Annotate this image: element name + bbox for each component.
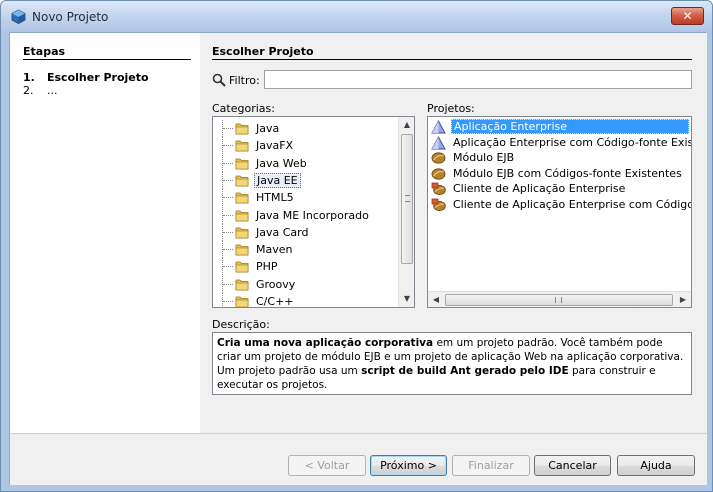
help-button[interactable]: Ajuda [617,455,695,476]
category-item[interactable]: Java Card [213,223,399,241]
projects-list[interactable]: Aplicação Enterprise Aplicação Enterprise… [427,116,692,308]
triangle-icon [431,135,446,149]
category-item[interactable]: Java Web [213,154,399,172]
step-label: ... [47,84,58,97]
page-title: Escolher Projeto [212,45,314,58]
category-item[interactable]: JavaFX [213,137,399,155]
filter-input[interactable] [264,70,692,89]
category-label: Java ME Incorporado [256,208,369,222]
project-label: Aplicação Enterprise com Código-fonte Ex… [453,135,692,149]
scroll-right-arrow-icon[interactable]: ▶ [675,292,691,307]
category-label: Groovy [256,277,296,291]
steps-divider [23,59,191,60]
folder-icon [235,210,249,221]
folder-icon [235,123,249,135]
scroll-down-arrow-icon[interactable]: ▼ [399,291,414,307]
description-bold-2: script de build Ant gerado pelo IDE [361,365,569,377]
category-item[interactable]: PHP [213,258,399,276]
category-label: Java [256,122,280,135]
category-item[interactable]: C/C++ [213,293,399,308]
category-label: Java Card [256,225,309,239]
category-label: Java Web [256,156,307,170]
project-label: Módulo EJB [453,151,515,164]
close-icon: ✕ [682,9,693,23]
step-number: 1. [23,71,35,84]
description-bold-1: Cria uma nova aplicação corporativa [217,337,434,349]
project-label: Cliente de Aplicação Enterprise com Códi… [453,197,692,211]
step-1: 1. Escolher Projeto [23,71,149,84]
folder-icon [235,244,249,256]
categories-label: Categorias: [212,102,275,115]
projects-scrollbar[interactable]: ◀ ▶ [428,291,691,307]
bean-icon [431,152,446,164]
folder-icon [235,279,249,291]
category-label: C/C++ [256,295,294,308]
back-button[interactable]: < Voltar [288,455,366,476]
project-label: Módulo EJB com Códigos-fonte Existentes [453,166,682,180]
project-item[interactable]: Cliente de Aplicação Enterprise [428,181,691,197]
category-label: Maven [256,243,293,257]
project-label: Cliente de Aplicação Enterprise [453,182,626,195]
bean-icon [431,167,446,180]
next-button[interactable]: Próximo > [370,455,447,476]
close-button[interactable]: ✕ [671,7,704,25]
project-item[interactable]: Módulo EJB com Códigos-fonte Existentes [428,166,691,182]
app-cube-icon [11,9,26,24]
scroll-left-arrow-icon[interactable]: ◀ [428,292,444,307]
category-label: JavaFX [256,139,294,153]
step-2: 2.... [23,84,58,97]
step-label: Escolher Projeto [47,71,149,84]
folder-icon [235,175,249,187]
folder-icon [235,192,249,204]
step-number: 2. [23,84,34,97]
button-bar: < Voltar Próximo > Finalizar Cancelar Aj… [10,433,707,485]
categories-scrollbar[interactable]: ▲ ▼ [398,117,414,307]
cancel-button[interactable]: Cancelar [534,455,611,476]
project-label: Aplicação Enterprise [451,119,689,134]
title-divider [212,59,692,60]
category-label: HTML5 [256,191,294,205]
search-icon [212,73,226,87]
folder-icon [235,140,249,152]
category-item[interactable]: HTML5 [213,189,399,207]
scroll-up-arrow-icon[interactable]: ▲ [399,117,414,133]
scroll-thumb[interactable] [445,294,673,306]
category-item[interactable]: Groovy [213,275,399,293]
project-item[interactable]: Aplicação Enterprise [428,119,691,135]
category-item[interactable]: Maven [213,241,399,259]
window-title: Novo Projeto [32,10,109,24]
filter-label: Filtro: [229,74,260,87]
category-label: PHP [256,260,278,274]
steps-pane: Etapas 1. Escolher Projeto 2.... [10,33,200,433]
project-item[interactable]: Cliente de Aplicação Enterprise com Códi… [428,197,692,213]
category-item[interactable]: Java ME Incorporado [213,206,399,224]
dialog-window: Novo Projeto ✕ Etapas 1. Escolher Projeto… [0,0,713,492]
project-item[interactable]: Aplicação Enterprise com Código-fonte Ex… [428,135,692,151]
folder-icon [235,158,249,169]
client-bean-icon [431,198,446,211]
folder-icon [235,296,249,307]
description-label: Descrição: [212,318,270,331]
categories-tree[interactable]: Java JavaFX Java Web Java EE HTML5 Java ME In… [212,116,415,308]
finish-button[interactable]: Finalizar [452,455,530,476]
dialog-client: Etapas 1. Escolher Projeto 2.... Escolher… [9,32,707,485]
triangle-icon [431,120,446,134]
category-label: Java EE [254,172,301,188]
projects-label: Projetos: [427,102,475,115]
folder-icon [235,227,249,239]
project-item[interactable]: Módulo EJB [428,150,691,166]
main-pane: Escolher Projeto Filtro: Categorias: Pro… [200,33,707,433]
description-text: Cria uma nova aplicação corporativa em u… [212,332,692,395]
folder-icon [235,261,249,273]
steps-title: Etapas [23,45,66,58]
client-bean-icon [431,182,446,196]
category-item[interactable]: Java [213,120,399,137]
scroll-thumb[interactable] [401,134,413,264]
category-item[interactable]: Java EE [213,171,399,189]
title-bar[interactable]: Novo Projeto ✕ [1,1,712,31]
